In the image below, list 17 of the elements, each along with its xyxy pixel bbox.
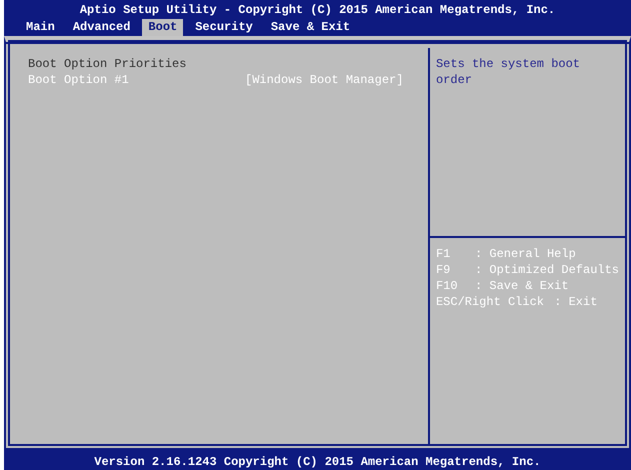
menu-tab[interactable]: Boot xyxy=(142,19,184,36)
hotkey-description: : Save & Exit xyxy=(474,279,569,293)
help-text: Sets the system boot order xyxy=(436,56,581,88)
hotkey-description: : Exit xyxy=(554,295,598,309)
hotkey-label: F10 xyxy=(436,278,459,294)
menu-tab[interactable]: Advanced xyxy=(66,19,136,36)
menu-tab[interactable]: Security xyxy=(189,19,259,36)
hotkey-label: F1 xyxy=(436,246,452,262)
hotkey-description: : General Help xyxy=(474,247,576,261)
window-title: Aptio Setup Utility - Copyright (C) 2015 American Megatrends, Inc. xyxy=(78,2,556,19)
version-text: Version 2.16.1243 Copyright (C) 2015 American Megatrends, Inc. xyxy=(94,455,541,469)
menu-tab[interactable]: Save & Exit xyxy=(264,19,356,36)
menu-tab[interactable]: Main xyxy=(20,19,61,36)
hotkey-label: ESC/Right Click xyxy=(436,294,544,310)
section-heading: Boot Option Priorities xyxy=(28,56,188,72)
hotkey-label: F9 xyxy=(436,262,452,278)
hotkey-description: : Optimized Defaults xyxy=(474,263,619,277)
